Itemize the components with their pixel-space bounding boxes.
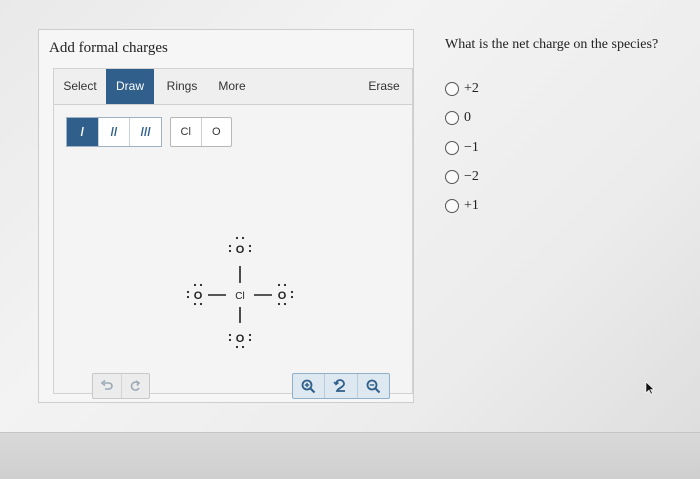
option-minus-1[interactable]: −1 bbox=[445, 138, 505, 158]
zoom-in-icon bbox=[301, 379, 316, 393]
option-label: +2 bbox=[464, 81, 479, 96]
structure-panel: Add formal charges Select Draw Rings Mor… bbox=[38, 29, 414, 403]
zoom-out-icon bbox=[366, 379, 381, 393]
redo-icon bbox=[131, 380, 141, 391]
drawing-canvas[interactable]: Cl O O O O bbox=[54, 159, 412, 359]
radio-button[interactable] bbox=[445, 82, 459, 96]
atom-toolbar: Cl O bbox=[170, 117, 232, 147]
option-plus-1[interactable]: +1 bbox=[445, 196, 505, 216]
question-prompt: What is the net charge on the species? bbox=[445, 37, 659, 52]
zoom-out-button[interactable] bbox=[358, 374, 389, 398]
undo-icon bbox=[100, 379, 113, 390]
option-label: −1 bbox=[464, 140, 479, 155]
tab-draw[interactable]: Draw bbox=[106, 69, 154, 104]
tab-erase[interactable]: Erase bbox=[360, 69, 408, 104]
atom-bottom[interactable]: O bbox=[236, 333, 245, 345]
history-toolbar bbox=[92, 373, 150, 399]
option-minus-2[interactable]: −2 bbox=[445, 167, 505, 187]
double-bond-button[interactable]: // bbox=[99, 118, 131, 146]
reset-view-button[interactable] bbox=[325, 374, 358, 398]
zoom-in-button[interactable] bbox=[293, 374, 326, 398]
screen-bezel bbox=[0, 432, 700, 479]
tab-more[interactable]: More bbox=[208, 69, 256, 104]
tab-rings[interactable]: Rings bbox=[158, 69, 206, 104]
oxygen-atom-button[interactable]: O bbox=[202, 118, 232, 146]
option-label: 0 bbox=[464, 110, 471, 125]
atom-center[interactable]: Cl bbox=[235, 291, 244, 302]
triple-bond-button[interactable]: /// bbox=[130, 118, 161, 146]
zoom-toolbar bbox=[292, 373, 390, 399]
undo-button[interactable] bbox=[93, 374, 122, 398]
radio-button[interactable] bbox=[445, 111, 459, 125]
panel-title: Add formal charges bbox=[49, 40, 168, 56]
atom-top[interactable]: O bbox=[236, 244, 245, 256]
chlorine-atom-button[interactable]: Cl bbox=[171, 118, 202, 146]
option-0[interactable]: 0 bbox=[445, 108, 505, 128]
atom-right[interactable]: O bbox=[278, 290, 287, 302]
tab-select[interactable]: Select bbox=[54, 69, 106, 104]
mouse-cursor-icon bbox=[645, 381, 655, 395]
single-bond-button[interactable]: / bbox=[67, 118, 99, 146]
editor-tabbar: Select Draw Rings More Erase bbox=[54, 69, 412, 105]
option-label: +1 bbox=[464, 198, 479, 213]
option-plus-2[interactable]: +2 bbox=[445, 79, 505, 99]
bond-toolbar: / // /// bbox=[66, 117, 162, 147]
reset-icon bbox=[333, 378, 346, 392]
molecule-editor: Select Draw Rings More Erase / // /// Cl… bbox=[53, 68, 413, 399]
atom-left[interactable]: O bbox=[194, 290, 203, 302]
redo-button[interactable] bbox=[122, 374, 150, 398]
option-label: −2 bbox=[464, 169, 479, 184]
radio-button[interactable] bbox=[445, 170, 459, 184]
radio-button[interactable] bbox=[445, 199, 459, 213]
radio-button[interactable] bbox=[445, 141, 459, 155]
